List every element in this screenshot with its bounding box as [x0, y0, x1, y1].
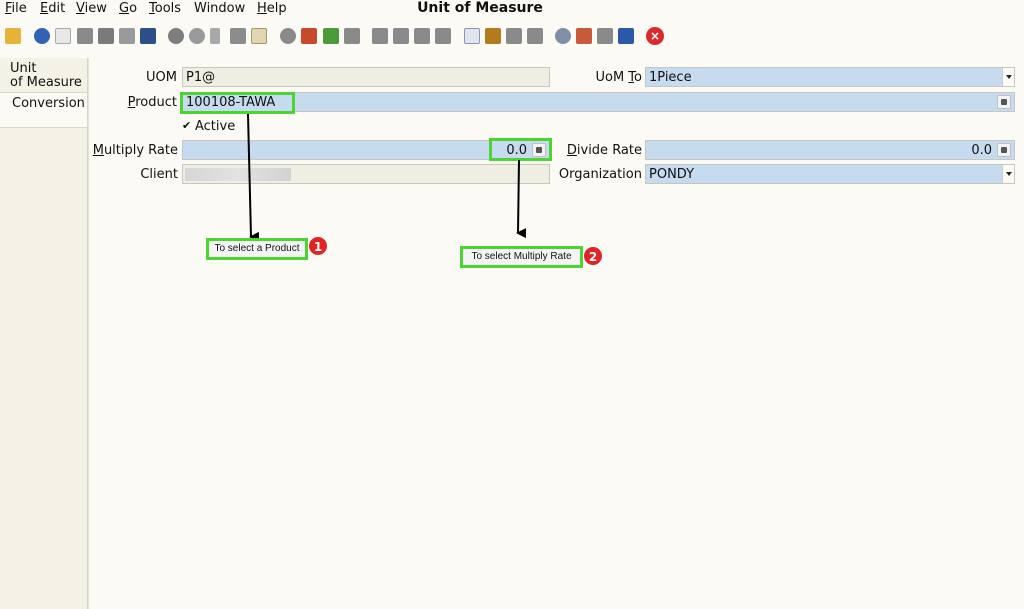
find-icon[interactable]: [189, 28, 205, 44]
multiply-rate-label: Multiply Rate: [92, 143, 178, 158]
last-record-icon[interactable]: [435, 28, 451, 44]
client-value-blurred: [185, 168, 291, 181]
product-field[interactable]: 100108-TAWA: [182, 92, 1015, 112]
uom-to-label: UoM To: [595, 70, 642, 85]
zoom-across-icon[interactable]: [555, 28, 571, 44]
forward-icon[interactable]: [344, 28, 360, 44]
tab-label-line1: Unit: [10, 61, 37, 76]
tab-label: Conversion: [12, 96, 85, 111]
organization-label: Organization: [558, 167, 642, 182]
attachment-icon[interactable]: [210, 28, 220, 44]
close-window-icon[interactable]: ×: [646, 27, 664, 45]
product-info-icon[interactable]: [618, 28, 634, 44]
workflow-icon[interactable]: [576, 28, 592, 44]
active-label: Active: [195, 119, 236, 134]
side-tabs: Unit of Measure Conversion: [0, 58, 88, 609]
request-icon[interactable]: [597, 28, 613, 44]
callout-badge-1: 1: [308, 236, 328, 256]
menu-bar: File Edit View Go Tools Window Help Unit…: [0, 0, 1024, 20]
history-icon[interactable]: [280, 28, 296, 44]
uom-label: UOM: [146, 70, 177, 85]
chevron-down-icon[interactable]: [1002, 165, 1014, 183]
calculator-button[interactable]: [997, 143, 1011, 157]
save-icon[interactable]: [140, 28, 156, 44]
uom-to-select[interactable]: 1Piece: [645, 67, 1015, 87]
checkmark-icon: ✔: [182, 119, 192, 132]
print-preview-icon[interactable]: [506, 28, 522, 44]
app-window: { "window_title": "Unit of Measure", "me…: [0, 0, 1024, 609]
delete-selection-icon[interactable]: [119, 28, 135, 44]
active-checkbox[interactable]: ✔ Active: [182, 119, 272, 135]
refresh-icon[interactable]: [168, 28, 184, 44]
client-field[interactable]: [182, 164, 550, 184]
grid-toggle-icon[interactable]: [251, 28, 267, 44]
delete-icon[interactable]: [98, 28, 114, 44]
help-icon[interactable]: [34, 28, 50, 44]
callout-badge-2: 2: [583, 246, 603, 266]
window-title: Unit of Measure: [417, 0, 543, 16]
divide-rate-value: 0.0: [971, 143, 992, 158]
divide-rate-field[interactable]: 0.0: [645, 140, 1015, 160]
print-icon[interactable]: [527, 28, 543, 44]
chevron-down-icon[interactable]: [1002, 68, 1014, 86]
uom-field[interactable]: P1@: [182, 67, 550, 87]
callout-select-product: To select a Product: [206, 238, 308, 260]
copy-record-icon[interactable]: [77, 28, 93, 44]
tab-conversion[interactable]: Conversion: [0, 92, 87, 128]
toolbar: ×: [0, 24, 1024, 52]
report-icon[interactable]: [464, 28, 480, 44]
chat-icon[interactable]: [230, 28, 246, 44]
product-lookup-button[interactable]: [997, 95, 1011, 109]
tab-unit-of-measure[interactable]: Unit of Measure: [0, 62, 87, 90]
tab-label-line2: of Measure: [10, 75, 82, 90]
multiply-highlight-box: [489, 138, 552, 161]
archive-icon[interactable]: [485, 28, 501, 44]
first-record-icon[interactable]: [372, 28, 388, 44]
undo-icon[interactable]: [5, 28, 21, 44]
new-record-icon[interactable]: [55, 28, 71, 44]
divide-rate-label: Divide Rate: [566, 143, 642, 158]
uom-value: P1@: [186, 70, 216, 85]
home-icon[interactable]: [301, 28, 317, 44]
client-label: Client: [140, 167, 178, 182]
previous-record-icon[interactable]: [393, 28, 409, 44]
next-record-icon[interactable]: [414, 28, 430, 44]
organization-value: PONDY: [649, 167, 695, 182]
uom-to-value: 1Piece: [649, 70, 692, 85]
back-icon[interactable]: [323, 28, 339, 44]
organization-select[interactable]: PONDY: [645, 164, 1015, 184]
callout-select-multiply-rate: To select Multiply Rate: [460, 246, 583, 268]
product-label: Product: [127, 95, 177, 110]
product-highlight-box: [180, 92, 295, 114]
